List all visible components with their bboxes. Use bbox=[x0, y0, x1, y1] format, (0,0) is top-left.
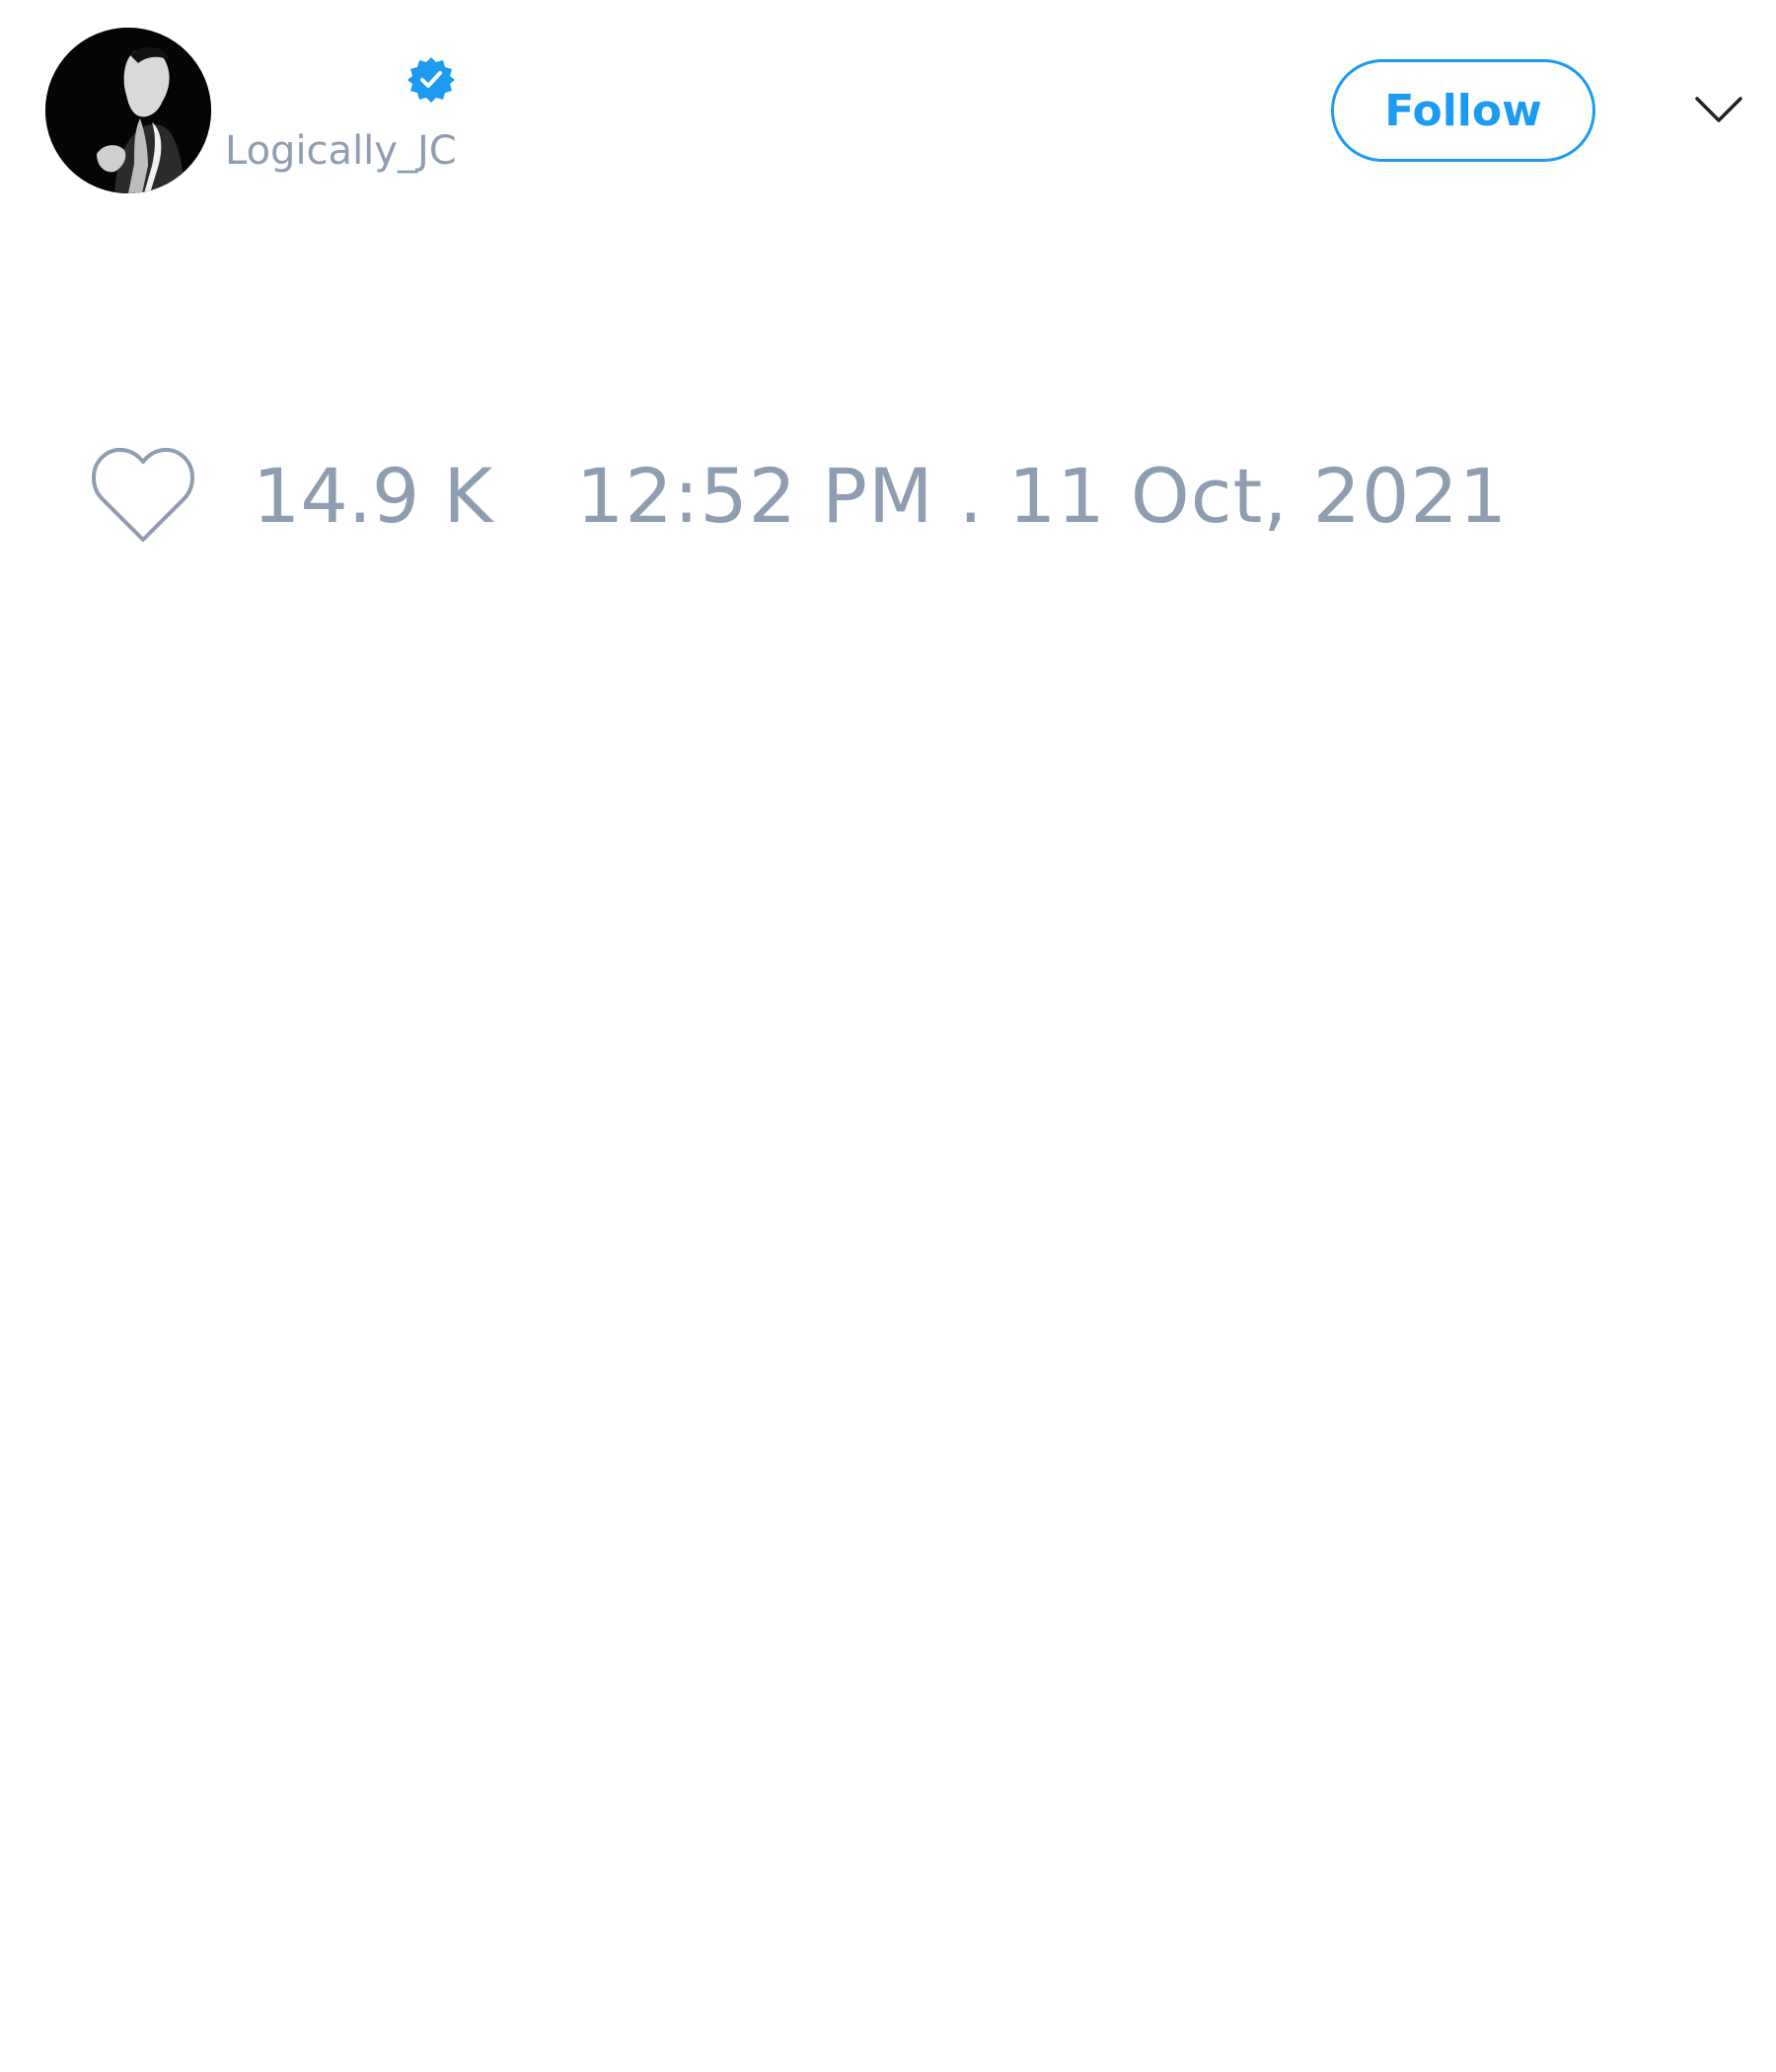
avatar-photo bbox=[45, 28, 211, 193]
avatar[interactable] bbox=[45, 28, 211, 193]
tweet-timestamp[interactable]: 12:52 PM . 11 Oct, 2021 bbox=[576, 452, 1508, 541]
heart-outline-icon[interactable] bbox=[87, 444, 199, 545]
like-count: 14.9 K bbox=[253, 452, 493, 540]
chevron-down-icon[interactable] bbox=[1691, 85, 1746, 134]
follow-button[interactable]: Follow bbox=[1331, 59, 1595, 162]
author-handle[interactable]: Logically_JC bbox=[225, 124, 457, 178]
verified-badge-icon bbox=[407, 55, 456, 105]
